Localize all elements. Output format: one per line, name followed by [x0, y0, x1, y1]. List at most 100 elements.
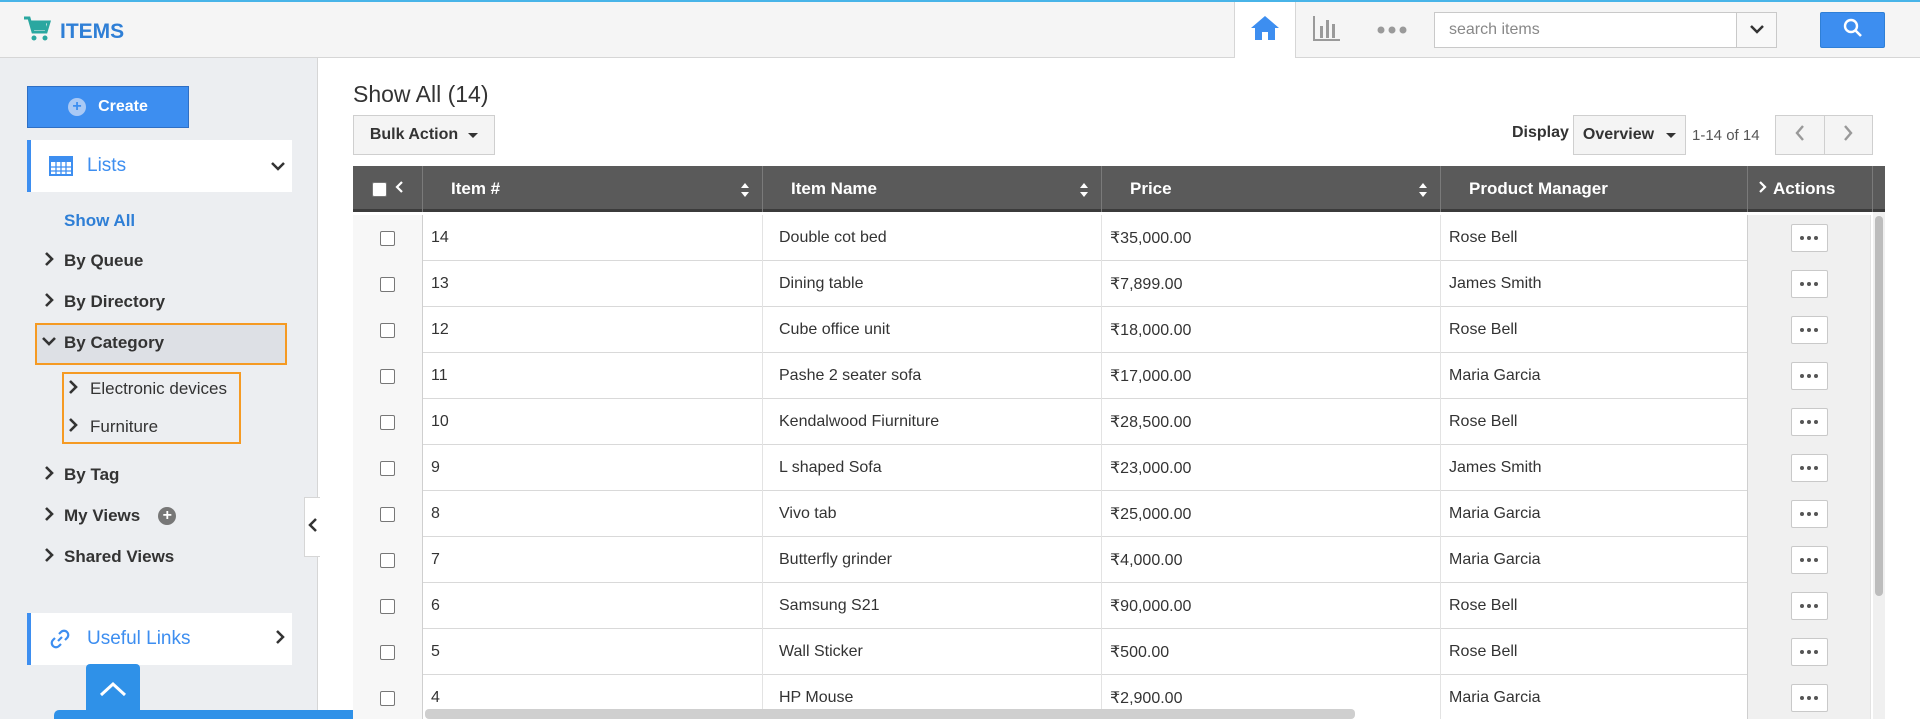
item-name: Kendalwood Fiurniture: [779, 413, 940, 430]
add-view-icon[interactable]: +: [158, 507, 177, 525]
column-header-actions[interactable]: Actions: [1748, 166, 1873, 212]
search-box: [1434, 12, 1777, 48]
row-checkbox[interactable]: [380, 276, 395, 292]
row-select-cell: [353, 537, 423, 583]
sidebar-item-by-tag[interactable]: By Tag: [42, 465, 119, 485]
more-icon: [1814, 604, 1818, 608]
table-row[interactable]: 5 Wall Sticker ₹500.00 Rose Bell: [353, 629, 1871, 675]
useful-links-panel-header[interactable]: Useful Links: [27, 613, 292, 665]
row-checkbox[interactable]: [380, 690, 395, 706]
row-actions-button[interactable]: [1790, 546, 1828, 574]
more-icon: [1807, 466, 1811, 470]
create-button[interactable]: + Create: [27, 86, 189, 128]
plus-circle-icon: +: [68, 98, 87, 116]
more-icon: [1814, 650, 1818, 654]
row-checkbox[interactable]: [380, 598, 395, 614]
app-brand[interactable]: ITEMS: [22, 14, 124, 50]
item-name: L shaped Sofa: [779, 459, 882, 476]
row-actions-button[interactable]: [1790, 592, 1828, 620]
sidebar-item-by-queue[interactable]: By Queue: [42, 251, 143, 271]
row-checkbox[interactable]: [380, 322, 395, 338]
sidebar-item-my-views[interactable]: My Views +: [42, 506, 177, 526]
table-row[interactable]: 11 Pashe 2 seater sofa ₹17,000.00 Maria …: [353, 353, 1871, 399]
table-row[interactable]: 8 Vivo tab ₹25,000.00 Maria Garcia: [353, 491, 1871, 537]
row-actions-button[interactable]: [1790, 362, 1828, 390]
more-nav-button[interactable]: [1374, 14, 1410, 46]
more-icon: [1800, 374, 1804, 378]
top-bar: ITEMS: [0, 0, 1920, 58]
home-nav-button[interactable]: [1234, 2, 1296, 58]
category-label: Electronic devices: [90, 379, 228, 398]
table-row[interactable]: 9 L shaped Sofa ₹23,000.00 James Smith: [353, 445, 1871, 491]
search-icon: [1843, 18, 1863, 43]
more-icon: [1800, 558, 1804, 562]
lists-panel-header[interactable]: Lists: [27, 140, 292, 192]
row-actions-button[interactable]: [1790, 224, 1828, 252]
row-actions-button[interactable]: [1790, 454, 1828, 482]
row-select-cell: [353, 307, 423, 353]
chevron-left-icon[interactable]: [394, 179, 404, 199]
display-mode-dropdown[interactable]: Overview: [1573, 115, 1686, 155]
column-header-product-manager[interactable]: Product Manager: [1441, 166, 1748, 212]
select-all-checkbox[interactable]: [371, 181, 387, 197]
item-number-cell: 10: [423, 399, 763, 445]
row-checkbox[interactable]: [380, 368, 395, 384]
horizontal-scroll-thumb[interactable]: [425, 709, 1355, 719]
display-mode-value: Overview: [1582, 126, 1655, 143]
row-actions-button[interactable]: [1790, 408, 1828, 436]
sidebar-item-show-all[interactable]: Show All: [64, 211, 135, 231]
sidebar-item-label: By Tag: [64, 465, 120, 484]
chevron-right-icon: [42, 465, 56, 485]
more-icon: [1814, 282, 1818, 286]
row-checkbox[interactable]: [380, 230, 395, 246]
vertical-scroll-thumb[interactable]: [1875, 216, 1883, 596]
item-name: HP Mouse: [779, 689, 854, 706]
table-row[interactable]: 7 Butterfly grinder ₹4,000.00 Maria Garc…: [353, 537, 1871, 583]
more-icon: [1800, 328, 1804, 332]
column-header-item-name[interactable]: Item Name: [763, 166, 1102, 212]
row-checkbox[interactable]: [380, 414, 395, 430]
search-button[interactable]: [1820, 12, 1885, 48]
table-row[interactable]: 13 Dining table ₹7,899.00 James Smith: [353, 261, 1871, 307]
bulk-action-button[interactable]: Bulk Action: [353, 115, 495, 155]
search-filter-dropdown[interactable]: [1736, 13, 1776, 47]
row-checkbox[interactable]: [380, 552, 395, 568]
item-name-cell: Butterfly grinder: [763, 537, 1102, 583]
table-row[interactable]: 12 Cube office unit ₹18,000.00 Rose Bell: [353, 307, 1871, 353]
column-header-label: Item #: [451, 179, 501, 198]
header-select-cell: [353, 166, 423, 212]
next-page-button[interactable]: [1825, 116, 1873, 154]
row-checkbox[interactable]: [380, 506, 395, 522]
sidebar-item-by-directory[interactable]: By Directory: [42, 292, 165, 312]
sidebar-collapse-toggle[interactable]: [304, 497, 320, 557]
actions-cell: [1748, 261, 1871, 307]
sidebar-item-shared-views[interactable]: Shared Views: [42, 547, 174, 567]
table-row[interactable]: 6 Samsung S21 ₹90,000.00 Rose Bell: [353, 583, 1871, 629]
reports-nav-button[interactable]: [1310, 14, 1344, 46]
row-actions-button[interactable]: [1790, 500, 1828, 528]
useful-links-label: Useful Links: [87, 628, 191, 649]
sidebar: + Create Lists Show All By Queue By Dire…: [0, 58, 444, 719]
more-icon: [1800, 604, 1804, 608]
sidebar-item-by-category[interactable]: By Category: [42, 333, 164, 353]
row-checkbox[interactable]: [380, 644, 395, 660]
row-actions-button[interactable]: [1790, 270, 1828, 298]
row-checkbox[interactable]: [380, 460, 395, 476]
item-number: 5: [431, 643, 440, 660]
search-input[interactable]: [1435, 13, 1736, 47]
vertical-scrollbar[interactable]: [1873, 212, 1885, 719]
column-header-price[interactable]: Price: [1102, 166, 1441, 212]
column-header-item-number[interactable]: Item #: [423, 166, 763, 212]
category-item-furniture[interactable]: Furniture: [66, 417, 158, 437]
category-item-electronic-devices[interactable]: Electronic devices: [66, 379, 227, 399]
row-select-cell: [353, 399, 423, 445]
previous-page-button[interactable]: [1776, 116, 1825, 154]
table-row[interactable]: 10 Kendalwood Fiurniture ₹28,500.00 Rose…: [353, 399, 1871, 445]
row-actions-button[interactable]: [1790, 316, 1828, 344]
table-row[interactable]: 14 Double cot bed ₹35,000.00 Rose Bell: [353, 215, 1871, 261]
row-actions-button[interactable]: [1790, 638, 1828, 666]
item-number: 14: [431, 229, 449, 246]
row-select-cell: [353, 583, 423, 629]
item-number-cell: 5: [423, 629, 763, 675]
row-actions-button[interactable]: [1790, 684, 1828, 712]
